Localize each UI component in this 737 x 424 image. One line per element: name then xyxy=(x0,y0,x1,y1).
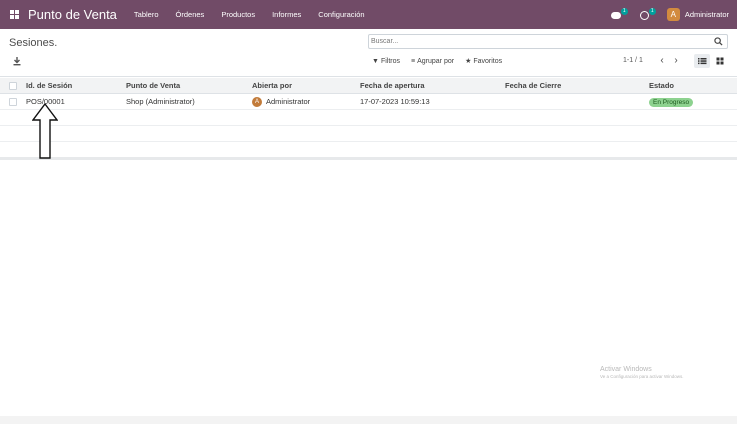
search-input[interactable] xyxy=(371,36,701,47)
table-header: Id. de Sesión Punto de Venta Abierta por… xyxy=(0,78,737,94)
bottom-strip xyxy=(0,416,737,424)
favorites-button[interactable]: ★ Favoritos xyxy=(465,57,503,66)
menu-item-tablero[interactable]: Tablero xyxy=(134,10,159,19)
user-name: Administrator xyxy=(684,10,729,19)
groupby-button[interactable]: ≡ Agrupar por xyxy=(411,57,454,65)
cell-opening-date: 17-07-2023 10:59:13 xyxy=(360,97,430,106)
pager-prev-button[interactable]: ‹ xyxy=(655,55,669,67)
user-menu[interactable]: A Administrator xyxy=(666,8,729,21)
cell-opened-by: A Administrator xyxy=(252,94,310,110)
avatar: A xyxy=(252,97,262,108)
column-header-status[interactable]: Estado xyxy=(649,78,674,94)
chat-badge: 1 xyxy=(620,7,628,15)
activity-badge: 1 xyxy=(648,7,656,15)
empty-row xyxy=(0,142,737,158)
column-header-opening-date[interactable]: Fecha de apertura xyxy=(360,78,425,94)
top-navbar: Punto de Venta Tablero Órdenes Productos… xyxy=(0,0,737,29)
pager-nav: ‹ › xyxy=(655,55,683,67)
empty-row xyxy=(0,110,737,126)
app-brand[interactable]: Punto de Venta xyxy=(28,7,117,22)
search-options: ▼ Filtros ≡ Agrupar por ★ Favoritos xyxy=(372,57,513,66)
cell-point-of-sale: Shop (Administrator) xyxy=(126,97,195,106)
search-box xyxy=(368,34,728,49)
windows-activation-watermark: Activar Windows Ve a Configuración para … xyxy=(600,366,684,379)
menu-item-productos[interactable]: Productos xyxy=(221,10,255,19)
column-header-session-id[interactable]: Id. de Sesión xyxy=(26,78,72,94)
main-menu: Tablero Órdenes Productos Informes Confi… xyxy=(134,10,382,19)
column-header-opened-by[interactable]: Abierta por xyxy=(252,78,292,94)
filters-label: Filtros xyxy=(380,57,400,65)
search-icon[interactable] xyxy=(714,37,723,46)
menu-item-informes[interactable]: Informes xyxy=(272,10,301,19)
pager-next-button[interactable]: › xyxy=(669,55,683,67)
menu-item-configuracion[interactable]: Configuración xyxy=(318,10,364,19)
select-all-checkbox[interactable] xyxy=(9,82,17,90)
table-row[interactable]: POS/00001 Shop (Administrator) A Administ… xyxy=(0,94,737,110)
watermark-title: Activar Windows xyxy=(600,366,652,373)
kanban-view-icon[interactable] xyxy=(713,54,727,68)
clock-icon[interactable]: 1 xyxy=(639,7,656,21)
avatar: A xyxy=(666,8,680,21)
column-header-point-of-sale[interactable]: Punto de Venta xyxy=(126,78,180,94)
star-icon: ★ xyxy=(465,58,472,65)
table-footer xyxy=(0,157,737,160)
download-icon[interactable] xyxy=(12,56,22,66)
up-arrow-annotation xyxy=(32,103,58,159)
control-panel: Sesiones. ▼Filtros ≡Agrupar por ★Favorit… xyxy=(0,29,737,77)
menu-item-ordenes[interactable]: Órdenes xyxy=(176,10,205,19)
groupby-icon: ≡ xyxy=(411,57,416,65)
empty-row xyxy=(0,126,737,142)
navbar-right: 1 1 A Administrator xyxy=(610,0,729,29)
watermark-subtitle: Ve a Configuración para activar Windows. xyxy=(600,374,684,379)
pager-value[interactable]: 1-1 / 1 xyxy=(623,57,643,64)
favorites-label: Favoritos xyxy=(473,57,503,65)
column-header-closing-date[interactable]: Fecha de Cierre xyxy=(505,78,561,94)
list-view-icon[interactable] xyxy=(694,54,710,68)
filter-icon: ▼ xyxy=(372,57,379,65)
opened-by-name: Administrator xyxy=(266,97,311,106)
groupby-label: Agrupar por xyxy=(417,57,455,65)
apps-grid-icon[interactable] xyxy=(10,10,19,19)
cell-status: En Progreso xyxy=(649,94,694,110)
filters-button[interactable]: ▼ Filtros xyxy=(372,57,400,65)
chat-icon[interactable]: 1 xyxy=(610,7,628,21)
page-title[interactable]: Sesiones. xyxy=(9,37,57,49)
status-badge: En Progreso xyxy=(649,97,694,107)
row-checkbox[interactable] xyxy=(9,98,17,106)
